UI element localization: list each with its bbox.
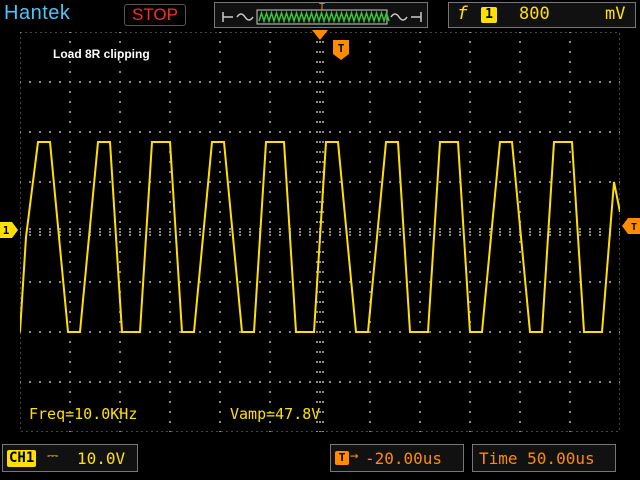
ch1-volts-per-div: 10.0V — [77, 449, 126, 468]
svg-text:T: T — [319, 3, 325, 13]
ch1-settings[interactable]: CH1 ⎓ 10.0V — [2, 444, 138, 472]
arrow-right-icon: → — [350, 448, 359, 464]
ch1-trace — [20, 141, 620, 333]
memory-overview[interactable]: T — [214, 2, 428, 28]
trigger-position-arrow[interactable] — [312, 30, 328, 40]
dc-coupling-icon: ⎓ — [47, 448, 59, 464]
waveform-plot — [20, 32, 620, 432]
ch1-marker-label: 1 — [3, 224, 10, 237]
trigger-level-marker[interactable]: T — [622, 218, 640, 234]
trace-label: Load 8R clipping — [53, 47, 150, 61]
trigger-level-unit: mV — [605, 4, 626, 24]
run-stop-button[interactable]: STOP — [124, 4, 186, 26]
ch1-ground-marker[interactable]: 1 — [0, 222, 18, 238]
memory-overview-graphic: T — [222, 2, 422, 25]
trigger-point-marker[interactable]: T — [333, 40, 349, 60]
trigger-position-value: -20.00us — [365, 449, 443, 468]
timebase-settings[interactable]: Time 50.00us — [472, 444, 616, 472]
trigger-source-badge: 1 — [481, 7, 497, 23]
timebase-value: Time 50.00us — [479, 449, 595, 468]
ch1-tag: CH1 — [7, 450, 37, 467]
trigger-level-value: 800 — [519, 4, 550, 24]
frequency-readout: Freq=10.0KHz — [29, 405, 138, 423]
trigger-position-settings[interactable]: T → -20.00us — [330, 444, 464, 472]
trigger-position-icon: T — [335, 451, 349, 465]
brand-logo: Hantek — [4, 2, 71, 24]
waveform-display[interactable] — [20, 32, 620, 432]
trigger-level-marker-label: T — [631, 222, 637, 233]
amplitude-readout: Vamp=47.8V — [230, 405, 321, 423]
trigger-panel[interactable]: f 1 800 mV — [448, 2, 636, 28]
trigger-point-label: T — [338, 42, 345, 55]
rising-edge-icon: f — [457, 3, 468, 24]
